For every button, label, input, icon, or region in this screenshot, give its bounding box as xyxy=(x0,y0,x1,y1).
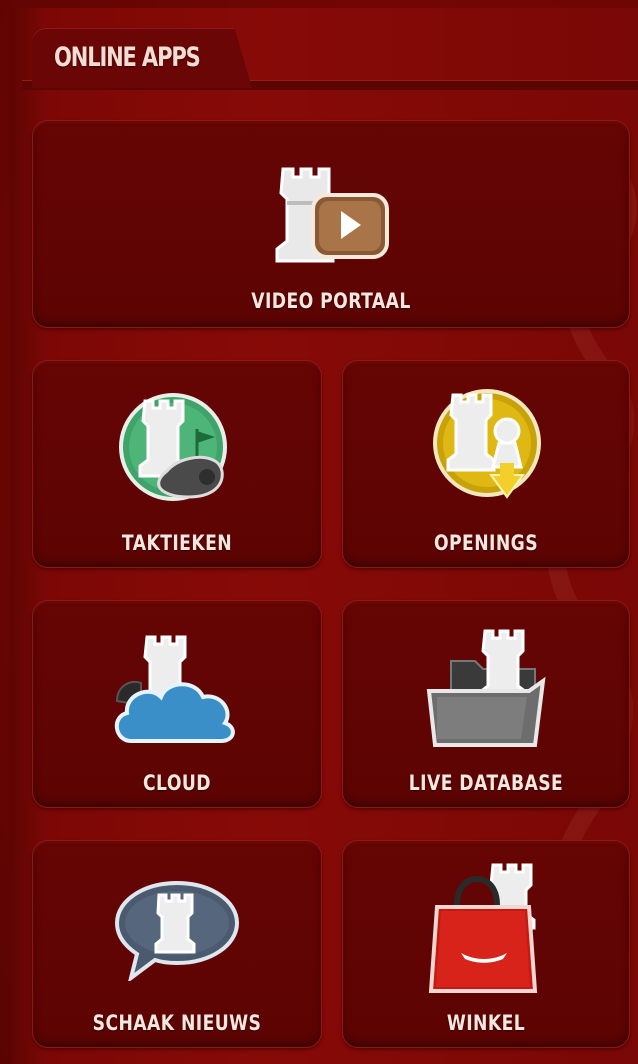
section-title: ONLINE APPS xyxy=(54,42,201,73)
shopping-bag-icon xyxy=(428,863,538,993)
app-tile-live-database[interactable]: LIVE DATABASE xyxy=(342,600,630,808)
app-label: LIVE DATABASE xyxy=(408,771,564,795)
app-tile-video-portaal[interactable]: VIDEO PORTAAL xyxy=(32,120,630,328)
app-tile-cloud[interactable]: CLOUD xyxy=(32,600,322,808)
app-label: TAKTIEKEN xyxy=(121,531,233,555)
app-label: VIDEO PORTAAL xyxy=(251,289,411,313)
app-tile-schaak-nieuws[interactable]: SCHAAK NIEUWS xyxy=(32,840,322,1048)
folder-icon xyxy=(426,629,546,747)
section-tab: ONLINE APPS xyxy=(32,28,252,88)
app-label: SCHAAK NIEUWS xyxy=(92,1011,262,1035)
opening-download-icon xyxy=(433,389,541,499)
app-tile-taktieken[interactable]: TAKTIEKEN xyxy=(32,360,322,568)
app-label: OPENINGS xyxy=(433,531,539,555)
app-label: CLOUD xyxy=(143,771,211,795)
app-tile-openings[interactable]: OPENINGS xyxy=(342,360,630,568)
app-tile-winkel[interactable]: WINKEL xyxy=(342,840,630,1048)
cloud-icon xyxy=(115,635,235,743)
whistle-flag-icon xyxy=(119,393,227,501)
video-play-icon xyxy=(275,167,389,263)
app-label: WINKEL xyxy=(446,1011,526,1035)
speech-bubble-icon xyxy=(114,880,240,981)
